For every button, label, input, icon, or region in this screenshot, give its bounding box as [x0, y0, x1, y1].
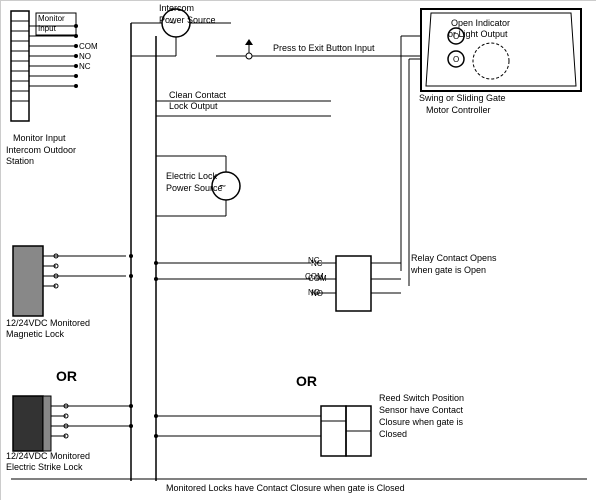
- svg-text:Clean Contact: Clean Contact: [169, 90, 227, 100]
- svg-text:when gate is Open: when gate is Open: [410, 265, 486, 275]
- svg-text:or Light Output: or Light Output: [448, 29, 508, 39]
- svg-text:Open Indicator: Open Indicator: [451, 18, 510, 28]
- svg-text:NC: NC: [79, 62, 91, 71]
- svg-text:COM: COM: [79, 42, 98, 51]
- svg-text:NO: NO: [308, 288, 320, 297]
- svg-text:Lock Output: Lock Output: [169, 101, 218, 111]
- svg-text:Station: Station: [6, 156, 34, 166]
- svg-text:Swing or Sliding Gate: Swing or Sliding Gate: [419, 93, 506, 103]
- svg-text:Monitor Input: Monitor Input: [13, 133, 66, 143]
- svg-text:Magnetic Lock: Magnetic Lock: [6, 329, 65, 339]
- svg-text:Monitored Locks have Contact C: Monitored Locks have Contact Closure whe…: [166, 483, 405, 493]
- svg-text:Input: Input: [38, 24, 57, 33]
- svg-text:12/24VDC Monitored: 12/24VDC Monitored: [6, 451, 90, 461]
- svg-text:COM: COM: [305, 272, 324, 281]
- svg-text:Press to Exit Button Input: Press to Exit Button Input: [273, 43, 375, 53]
- svg-text:NO: NO: [79, 52, 91, 61]
- svg-text:Monitor: Monitor: [38, 14, 65, 23]
- svg-text:Electric Lock: Electric Lock: [166, 171, 218, 181]
- svg-text:OR: OR: [56, 368, 77, 384]
- svg-text:Motor Controller: Motor Controller: [426, 105, 491, 115]
- svg-text:NC: NC: [308, 256, 320, 265]
- svg-text:Sensor have Contact: Sensor have Contact: [379, 405, 464, 415]
- svg-text:12/24VDC Monitored: 12/24VDC Monitored: [6, 318, 90, 328]
- svg-text:Power Source: Power Source: [159, 15, 216, 25]
- svg-text:O: O: [453, 55, 459, 64]
- svg-text:Reed Switch Position: Reed Switch Position: [379, 393, 464, 403]
- wiring-diagram: Monitor Input COM NO NC ~: [0, 0, 596, 500]
- svg-text:Relay Contact Opens: Relay Contact Opens: [411, 253, 497, 263]
- svg-text:Electric Strike Lock: Electric Strike Lock: [6, 462, 83, 472]
- svg-text:Intercom: Intercom: [159, 3, 194, 13]
- svg-text:Closure when gate is: Closure when gate is: [379, 417, 464, 427]
- svg-text:Closed: Closed: [379, 429, 407, 439]
- svg-text:Power Source: Power Source: [166, 183, 223, 193]
- svg-text:OR: OR: [296, 373, 317, 389]
- svg-text:Intercom Outdoor: Intercom Outdoor: [6, 145, 76, 155]
